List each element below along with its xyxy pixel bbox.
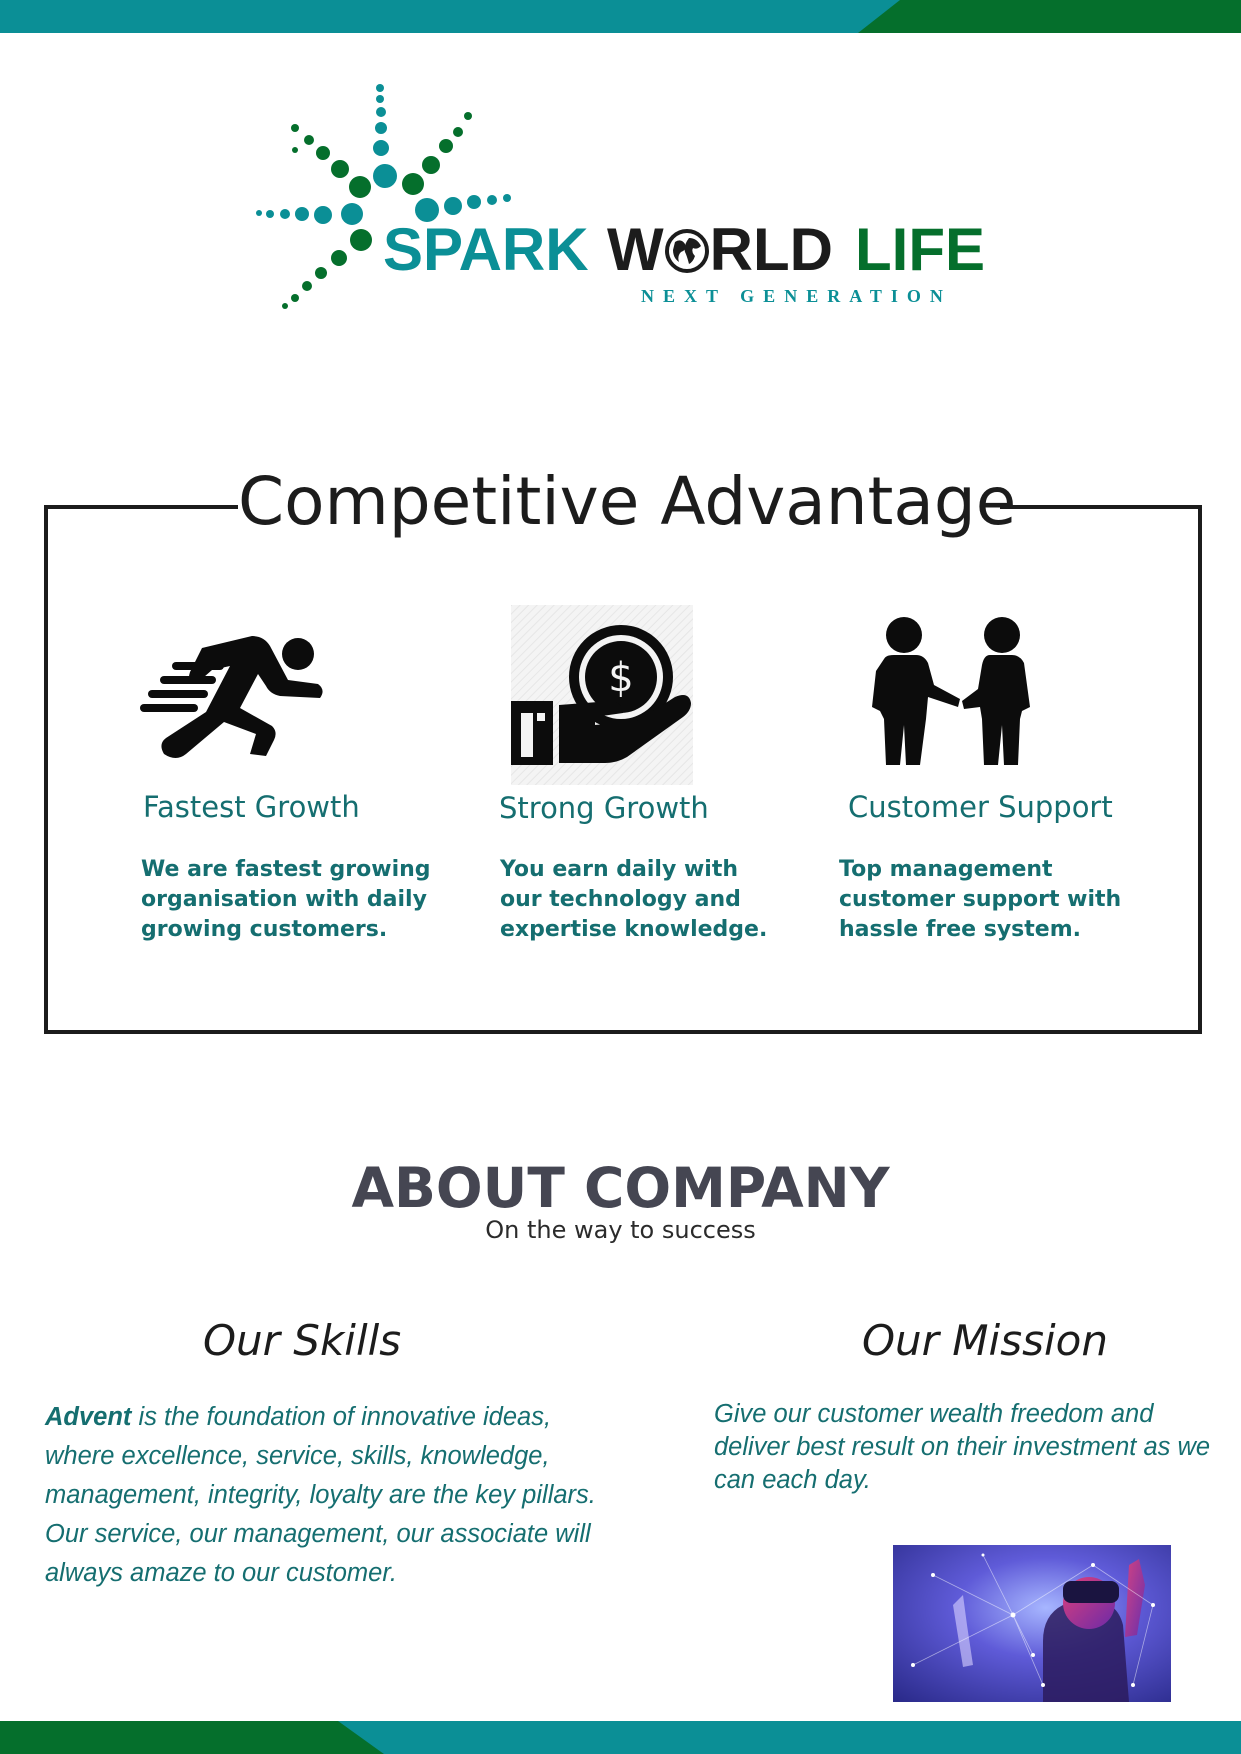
about-company-title: ABOUT COMPANY [351, 1156, 890, 1220]
brand-word-world: W RLD [607, 220, 833, 280]
our-skills-heading: Our Skills [203, 1316, 402, 1365]
hand-coin-icon: $ [511, 605, 693, 785]
bottom-color-band [0, 1721, 1241, 1754]
brand-w: W [607, 216, 664, 283]
brand-rld: RLD [709, 216, 833, 283]
our-mission-text: Give our customer wealth freedom and del… [714, 1400, 1211, 1494]
feature-desc-fastest-growth: We are fastest growing organisation with… [141, 857, 431, 942]
brand-tagline: NEXT GENERATION [641, 286, 952, 306]
brand-word-spark: SPARK [383, 216, 589, 283]
our-mission-heading: Our Mission [862, 1316, 1108, 1365]
top-color-band [0, 0, 1241, 33]
competitive-advantage-title: Competitive Advantage [238, 462, 1017, 542]
globe-icon [664, 229, 709, 273]
skills-lead-word: Advent [45, 1403, 132, 1431]
about-company-subtitle: On the way to success [485, 1216, 756, 1244]
feature-title-fastest-growth: Fastest Growth [143, 790, 360, 824]
vr-headset-image [893, 1545, 1171, 1702]
company-logo: SPARK W RLD LIFE NEXT GENERATION [255, 80, 995, 310]
svg-text:$: $ [608, 655, 633, 701]
our-skills-text: Advent is the foundation of innovative i… [45, 1398, 605, 1593]
feature-title-customer-support: Customer Support [848, 790, 1113, 824]
feature-desc-strong-growth: You earn daily with our technology and e… [500, 857, 768, 942]
running-man-icon [140, 636, 323, 758]
feature-desc-customer-support: Top management customer support with has… [839, 857, 1122, 942]
handshake-people-icon [872, 617, 1030, 765]
feature-title-strong-growth: Strong Growth [499, 791, 709, 825]
brand-word-life: LIFE [855, 216, 985, 283]
